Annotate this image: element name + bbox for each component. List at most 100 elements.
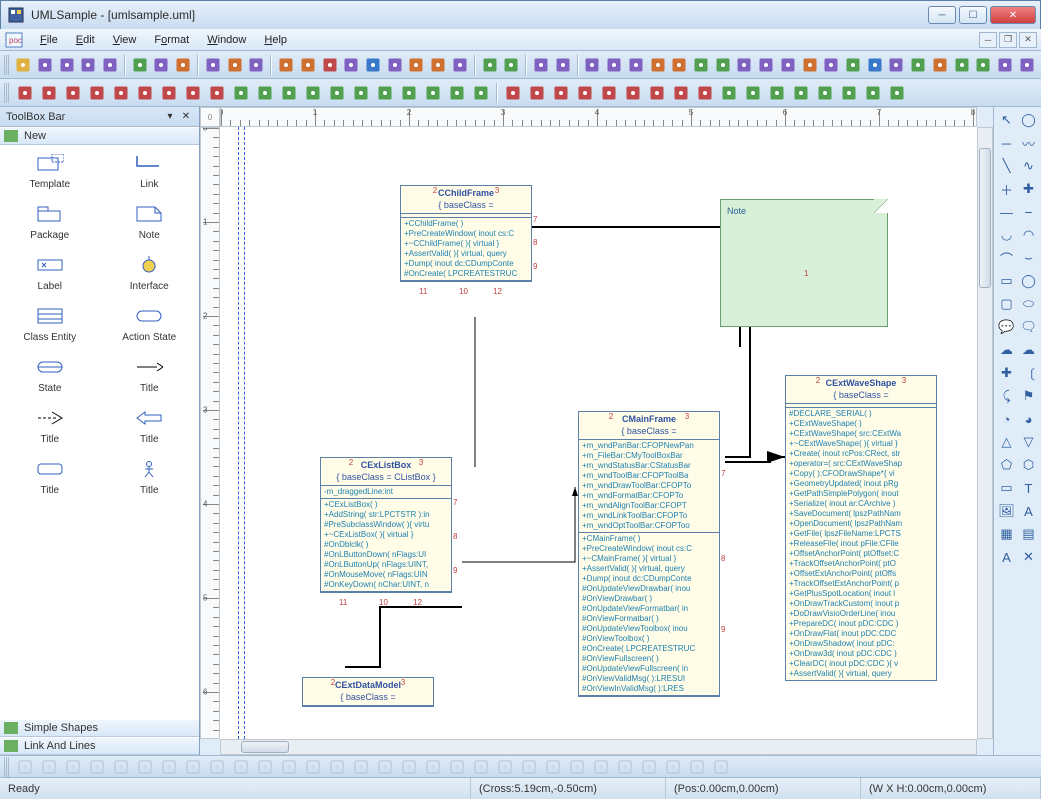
tb-a1[interactable]: [14, 82, 36, 104]
tb-tri[interactable]: [713, 54, 733, 76]
tb-c12[interactable]: [766, 82, 788, 104]
tb-c7[interactable]: [646, 82, 668, 104]
tb-copy[interactable]: [152, 54, 172, 76]
tb-crop[interactable]: [756, 54, 776, 76]
scroll-thumb[interactable]: [241, 741, 289, 753]
tb-fit[interactable]: [952, 54, 972, 76]
tb-a20[interactable]: [470, 82, 492, 104]
maximize-button[interactable]: ☐: [959, 6, 987, 24]
pal-curve2[interactable]: ∿: [1018, 155, 1039, 177]
scrollbar-horizontal[interactable]: [220, 739, 977, 755]
btb-b29[interactable]: [686, 756, 708, 778]
tb-a11[interactable]: [254, 82, 276, 104]
btb-b20[interactable]: [470, 756, 492, 778]
pal-ptr[interactable]: ↖: [996, 109, 1017, 131]
menu-help[interactable]: Help: [256, 32, 295, 48]
btb-b7[interactable]: [158, 756, 180, 778]
guide-line[interactable]: [238, 127, 239, 739]
guide-line[interactable]: [244, 127, 245, 739]
tb-paste[interactable]: [173, 54, 193, 76]
btb-b12[interactable]: [278, 756, 300, 778]
pal-line3[interactable]: —: [996, 201, 1017, 223]
btb-b17[interactable]: [398, 756, 420, 778]
tb-sel[interactable]: [480, 54, 500, 76]
tb-a14[interactable]: [326, 82, 348, 104]
toolbox-close-icon[interactable]: ✕: [179, 110, 193, 124]
menu-window[interactable]: Window: [199, 32, 254, 48]
pal-tri1[interactable]: △: [996, 431, 1017, 453]
tb-grp[interactable]: [908, 54, 928, 76]
tb-rect3[interactable]: [428, 54, 448, 76]
tb-fill-yellow[interactable]: [341, 54, 361, 76]
tb-c14[interactable]: [814, 82, 836, 104]
tb-a2[interactable]: [38, 82, 60, 104]
pal-arc3[interactable]: ⌒: [996, 247, 1017, 269]
tb-al-t[interactable]: [604, 54, 624, 76]
btb-b25[interactable]: [590, 756, 612, 778]
pal-text-rot[interactable]: ⤹: [996, 385, 1017, 407]
tb-a4[interactable]: [86, 82, 108, 104]
tb-c5[interactable]: [598, 82, 620, 104]
minimize-button[interactable]: ─: [928, 6, 956, 24]
tb-star[interactable]: [778, 54, 798, 76]
toolbox-item-state[interactable]: State: [0, 357, 100, 394]
tb-rect2[interactable]: [407, 54, 427, 76]
toolbox-menu-icon[interactable]: ▾: [163, 110, 177, 124]
pal-cloud[interactable]: ☁: [996, 339, 1017, 361]
tb-open[interactable]: [35, 54, 55, 76]
tb-list1[interactable]: [276, 54, 296, 76]
toolbox-item-interface[interactable]: Interface: [100, 255, 200, 292]
btb-b9[interactable]: [206, 756, 228, 778]
tb-rect[interactable]: [385, 54, 405, 76]
pal-a-char[interactable]: A: [1018, 500, 1039, 522]
btb-b18[interactable]: [422, 756, 444, 778]
pal-cross[interactable]: ✚: [996, 362, 1017, 384]
scrollbar-vertical[interactable]: [977, 127, 993, 739]
btb-b14[interactable]: [326, 756, 348, 778]
pal-callout1[interactable]: 💬: [996, 316, 1017, 338]
btb-b5[interactable]: [110, 756, 132, 778]
toolbox-item-class[interactable]: Class Entity: [0, 306, 100, 343]
pal-rect[interactable]: ▭: [996, 270, 1017, 292]
pal-img[interactable]: 🖼: [996, 500, 1017, 522]
tb-list2[interactable]: [298, 54, 318, 76]
pal-pie1[interactable]: ◔: [996, 408, 1017, 430]
tb-al-b[interactable]: [626, 54, 646, 76]
tb-a12[interactable]: [278, 82, 300, 104]
btb-b4[interactable]: [86, 756, 108, 778]
tb-c13[interactable]: [790, 82, 812, 104]
toolbox-item-link[interactable]: Link: [100, 153, 200, 190]
tb-c9[interactable]: [694, 82, 716, 104]
tb-zin[interactable]: [974, 54, 994, 76]
btb-b22[interactable]: [518, 756, 540, 778]
tb-al-ch[interactable]: [669, 54, 689, 76]
pal-arc4[interactable]: ⌣: [1018, 247, 1039, 269]
tb-a16[interactable]: [374, 82, 396, 104]
scroll-thumb[interactable]: [979, 148, 991, 288]
tb-box[interactable]: [691, 54, 711, 76]
btb-b28[interactable]: [662, 756, 684, 778]
mdi-minimize[interactable]: ─: [979, 32, 997, 48]
class-mainframe[interactable]: 2 CMainFrame 3 { baseClass = +m_wndPanBa…: [578, 411, 720, 697]
tb-c11[interactable]: [742, 82, 764, 104]
pal-line1[interactable]: ─: [996, 132, 1017, 154]
tb-cut[interactable]: [130, 54, 150, 76]
toolbox-item-arrow2[interactable]: Title: [0, 408, 100, 445]
tb-grid[interactable]: [531, 54, 551, 76]
btb-b13[interactable]: [302, 756, 324, 778]
tb-save[interactable]: [57, 54, 77, 76]
tb-a19[interactable]: [446, 82, 468, 104]
tb-ungrp[interactable]: [930, 54, 950, 76]
btb-b30[interactable]: [710, 756, 732, 778]
btb-b15[interactable]: [350, 756, 372, 778]
canvas[interactable]: 2 CChildFrame 3 { baseClass = +CChildFra…: [220, 127, 977, 739]
pal-line2[interactable]: ╲: [996, 155, 1017, 177]
toolbox-item-template[interactable]: Template: [0, 153, 100, 190]
tb-c17[interactable]: [886, 82, 908, 104]
pal-ell2[interactable]: ⬭: [1018, 293, 1039, 315]
class-childframe[interactable]: 2 CChildFrame 3 { baseClass = +CChildFra…: [400, 185, 532, 282]
tb-redo[interactable]: [100, 54, 120, 76]
btb-b3[interactable]: [62, 756, 84, 778]
pal-curve1[interactable]: 〰: [1018, 132, 1039, 154]
toolbox-cat-lines[interactable]: Link And Lines: [0, 737, 199, 755]
